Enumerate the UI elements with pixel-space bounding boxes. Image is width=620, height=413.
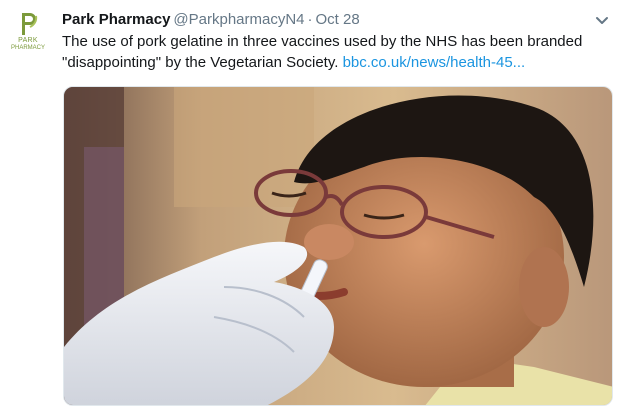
tweet-text: The use of pork gelatine in three vaccin…: [62, 31, 610, 73]
tweet-header: Park Pharmacy @ParkpharmacyN4 · Oct 28: [62, 10, 582, 30]
park-pharmacy-logo-icon: [22, 13, 38, 35]
tweet[interactable]: PARK PHARMACY Park Pharmacy @Parkpharmacy…: [0, 0, 620, 413]
avatar-label-pharmacy: PHARMACY: [10, 45, 45, 51]
author-handle[interactable]: @ParkpharmacyN4: [173, 11, 304, 28]
header-separator: ·: [307, 11, 313, 28]
chevron-down-icon[interactable]: [594, 12, 610, 28]
photo-boy-nasal-spray-vaccine-icon: [64, 87, 612, 405]
avatar-label-park: PARK: [18, 37, 38, 44]
avatar[interactable]: PARK PHARMACY: [6, 9, 50, 57]
tweet-link[interactable]: bbc.co.uk/news/health-45...: [343, 54, 526, 71]
tweet-date[interactable]: Oct 28: [316, 11, 360, 28]
tweet-media[interactable]: [63, 86, 613, 406]
author-name[interactable]: Park Pharmacy: [62, 11, 170, 28]
